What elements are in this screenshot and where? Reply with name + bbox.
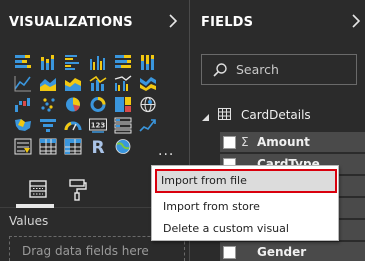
gauge-icon[interactable] xyxy=(63,116,83,135)
table-visual-icon[interactable] xyxy=(38,137,58,156)
fields-well-tab-icon[interactable] xyxy=(24,177,52,203)
collapse-visualizations-chevron-icon[interactable] xyxy=(168,13,178,29)
drop-zone-hint: Drag data fields here xyxy=(22,244,149,258)
expand-collapse-triangle-icon[interactable] xyxy=(201,111,210,121)
visualizations-header: VISUALIZATIONS xyxy=(0,0,188,45)
visualization-gallery: 123 R xyxy=(13,53,183,156)
line-chart-icon[interactable] xyxy=(13,74,33,93)
pie-chart-icon[interactable] xyxy=(63,95,83,114)
field-checkbox[interactable] xyxy=(223,245,236,259)
table-name: CardDetails xyxy=(241,108,311,122)
table-icon xyxy=(218,107,231,123)
svg-text:R: R xyxy=(91,138,104,156)
stacked-column-chart-icon[interactable] xyxy=(38,53,58,72)
search-placeholder: Search xyxy=(236,62,279,77)
format-paint-roller-tab-icon[interactable] xyxy=(64,177,92,203)
donut-chart-icon[interactable] xyxy=(88,95,108,114)
collapse-fields-chevron-icon[interactable] xyxy=(351,13,361,29)
custom-visual-context-menu: Import from file Import from store Delet… xyxy=(151,165,339,241)
field-label: Gender xyxy=(257,245,307,259)
search-icon xyxy=(212,62,228,78)
map-icon[interactable] xyxy=(138,95,158,114)
stacked-bar-chart-icon[interactable] xyxy=(13,53,33,72)
menu-item-delete-custom-visual[interactable]: Delete a custom visual xyxy=(155,218,335,240)
menu-item-import-from-store[interactable]: Import from store xyxy=(155,196,335,218)
values-well-label: Values xyxy=(9,214,49,228)
waterfall-chart-icon[interactable] xyxy=(13,95,33,114)
field-checkbox[interactable] xyxy=(223,135,236,149)
matrix-icon[interactable] xyxy=(63,137,83,156)
visualizations-title: VISUALIZATIONS xyxy=(9,15,133,30)
field-row-amount[interactable]: Σ Amount xyxy=(220,132,365,152)
clustered-bar-chart-icon[interactable] xyxy=(63,53,83,72)
filled-map-icon[interactable] xyxy=(13,116,33,135)
fields-search-input[interactable]: Search xyxy=(201,54,357,85)
field-row-gender[interactable]: Gender xyxy=(220,242,365,261)
scatter-chart-icon[interactable] xyxy=(38,95,58,114)
area-chart-icon[interactable] xyxy=(38,74,58,93)
active-tab-indicator xyxy=(16,204,54,208)
funnel-icon[interactable] xyxy=(38,116,58,135)
field-label: Amount xyxy=(257,135,310,149)
treemap-icon[interactable] xyxy=(113,95,133,114)
fields-title: FIELDS xyxy=(201,15,254,30)
stacked-area-chart-icon[interactable] xyxy=(63,74,83,93)
fields-header: FIELDS xyxy=(190,0,365,45)
ribbon-chart-icon[interactable] xyxy=(138,74,158,93)
kpi-icon[interactable] xyxy=(138,116,158,135)
table-carddetails[interactable]: CardDetails xyxy=(201,105,311,125)
svg-text:123: 123 xyxy=(91,122,106,130)
slicer-icon[interactable] xyxy=(13,137,33,156)
r-script-visual-icon[interactable]: R xyxy=(88,137,108,156)
sigma-aggregate-icon: Σ xyxy=(241,135,249,149)
line-and-clustered-column-chart-icon[interactable] xyxy=(113,74,133,93)
more-options-ellipsis-icon[interactable]: ··· xyxy=(158,147,174,163)
line-and-column-chart-icon[interactable] xyxy=(88,74,108,93)
multi-row-card-icon[interactable] xyxy=(113,116,133,135)
100-percent-column-chart-icon[interactable] xyxy=(138,53,158,72)
arcgis-globe-icon[interactable] xyxy=(113,137,133,156)
clustered-column-chart-icon[interactable] xyxy=(88,53,108,72)
menu-item-import-from-file[interactable]: Import from file xyxy=(155,169,337,193)
card-icon[interactable]: 123 xyxy=(88,116,108,135)
100-percent-bar-chart-icon[interactable] xyxy=(113,53,133,72)
